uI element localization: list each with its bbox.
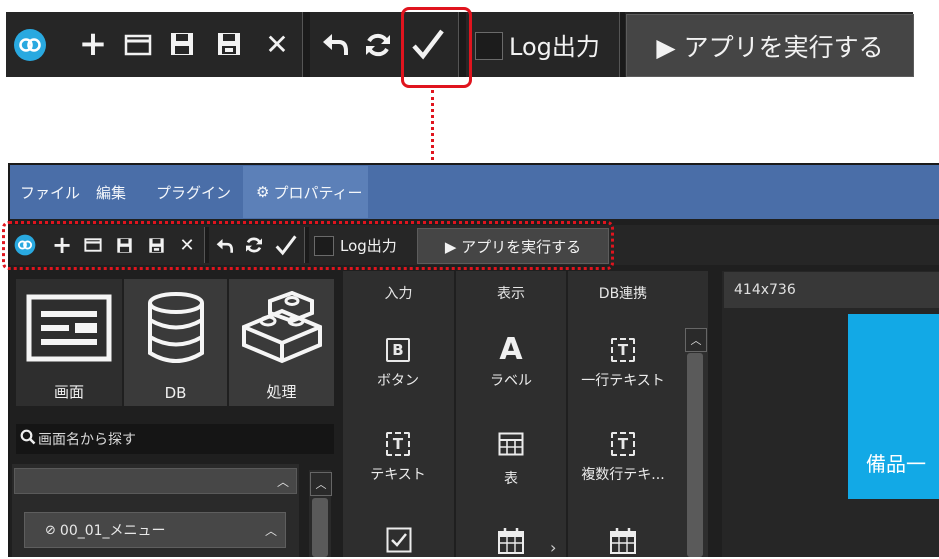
category-label: DB	[164, 384, 187, 402]
component-label: 複数行テキ...	[581, 467, 665, 483]
scroll-up-button[interactable]: ︿	[685, 328, 707, 352]
menu-properties-tab[interactable]: ⚙ プロパティー	[243, 166, 368, 218]
tree-item-label: 00_01_メニュー	[59, 523, 166, 539]
scroll-up-button[interactable]: ︿	[310, 472, 332, 496]
gear-icon: ⚙	[256, 183, 270, 201]
category-db[interactable]: DB	[124, 279, 227, 406]
screen-icon	[25, 293, 113, 367]
calendar-icon[interactable]	[497, 527, 525, 559]
component-table[interactable]: 表	[456, 432, 566, 488]
menu-file[interactable]: ファイル	[20, 166, 80, 218]
log-output-checkbox[interactable]	[475, 32, 503, 60]
refresh-icon[interactable]	[362, 29, 394, 61]
calendar-icon[interactable]	[609, 527, 637, 559]
preview-title-text: 備品一	[866, 452, 926, 476]
chevron-up-icon[interactable]: ︿	[262, 520, 280, 540]
component-label: 一行テキスト	[581, 373, 665, 389]
open-window-icon[interactable]	[123, 32, 153, 58]
save-icon[interactable]	[168, 30, 196, 58]
search-placeholder: 画面名から探す	[38, 432, 136, 448]
menu-plugin[interactable]: プラグイン	[156, 166, 231, 218]
canvas-size-label: 414x736	[734, 282, 796, 298]
single-text-icon: T	[611, 338, 635, 362]
menu-edit[interactable]: 編集	[96, 166, 126, 218]
category-label: 処理	[266, 383, 297, 401]
scrollbar-thumb[interactable]	[312, 498, 328, 557]
component-label: ラベル	[490, 373, 532, 389]
toolbar-divider	[619, 12, 625, 77]
search-icon	[20, 429, 36, 449]
undo-icon[interactable]	[320, 29, 350, 59]
component-button[interactable]: B ボタン	[343, 338, 453, 390]
text-icon: T	[386, 432, 410, 456]
properties-label: プロパティー	[273, 183, 363, 202]
table-icon	[498, 432, 524, 460]
toolbar-divider	[302, 12, 310, 77]
close-icon[interactable]: ✕	[262, 28, 292, 61]
tree-group-header[interactable]	[14, 468, 297, 494]
component-multiline-text[interactable]: T 複数行テキ...	[568, 432, 678, 484]
log-output-label: Log出力	[509, 32, 600, 61]
toolbar-highlight-frame	[2, 221, 614, 270]
scrollbar-thumb[interactable]	[687, 353, 703, 557]
menu-bar	[10, 165, 939, 219]
blocks-icon	[240, 290, 324, 369]
check-highlight-frame	[401, 7, 472, 88]
component-text[interactable]: T テキスト	[343, 432, 453, 484]
component-label: テキスト	[370, 467, 426, 483]
multiline-text-icon: T	[611, 432, 635, 456]
canvas-size-header: 414x736	[724, 272, 939, 308]
component-label-item[interactable]: A ラベル	[456, 334, 566, 390]
label-icon: A	[499, 332, 523, 367]
palette-divider	[566, 271, 568, 557]
component-label: 表	[504, 471, 518, 487]
save-as-icon[interactable]	[215, 30, 243, 58]
component-label: ボタン	[377, 373, 419, 389]
category-screen[interactable]: 画面	[16, 279, 122, 406]
app-logo-icon[interactable]	[12, 27, 48, 63]
category-process[interactable]: 処理	[229, 279, 334, 406]
checkbox-component-icon[interactable]	[386, 527, 412, 557]
component-palette	[343, 271, 708, 557]
palette-column-header: 入力	[384, 286, 413, 302]
palette-column-header: DB連携	[598, 286, 648, 302]
chevron-up-icon[interactable]: ︿	[273, 470, 293, 492]
button-icon: B	[386, 338, 410, 362]
palette-column-header: 表示	[497, 286, 525, 302]
no-entry-icon: ⊘	[45, 522, 56, 538]
database-icon	[146, 291, 206, 369]
add-icon[interactable]: +	[78, 24, 108, 64]
palette-divider	[454, 271, 456, 557]
chevron-right-icon[interactable]: ›	[550, 538, 556, 557]
run-app-button[interactable]: ▶ アプリを実行する	[626, 14, 914, 77]
component-single-line-text[interactable]: T 一行テキスト	[568, 338, 678, 390]
category-label: 画面	[53, 383, 84, 401]
screen-search-input[interactable]: 画面名から探す	[16, 424, 334, 454]
tree-item[interactable]: ⊘ 00_01_メニュー	[24, 512, 286, 548]
